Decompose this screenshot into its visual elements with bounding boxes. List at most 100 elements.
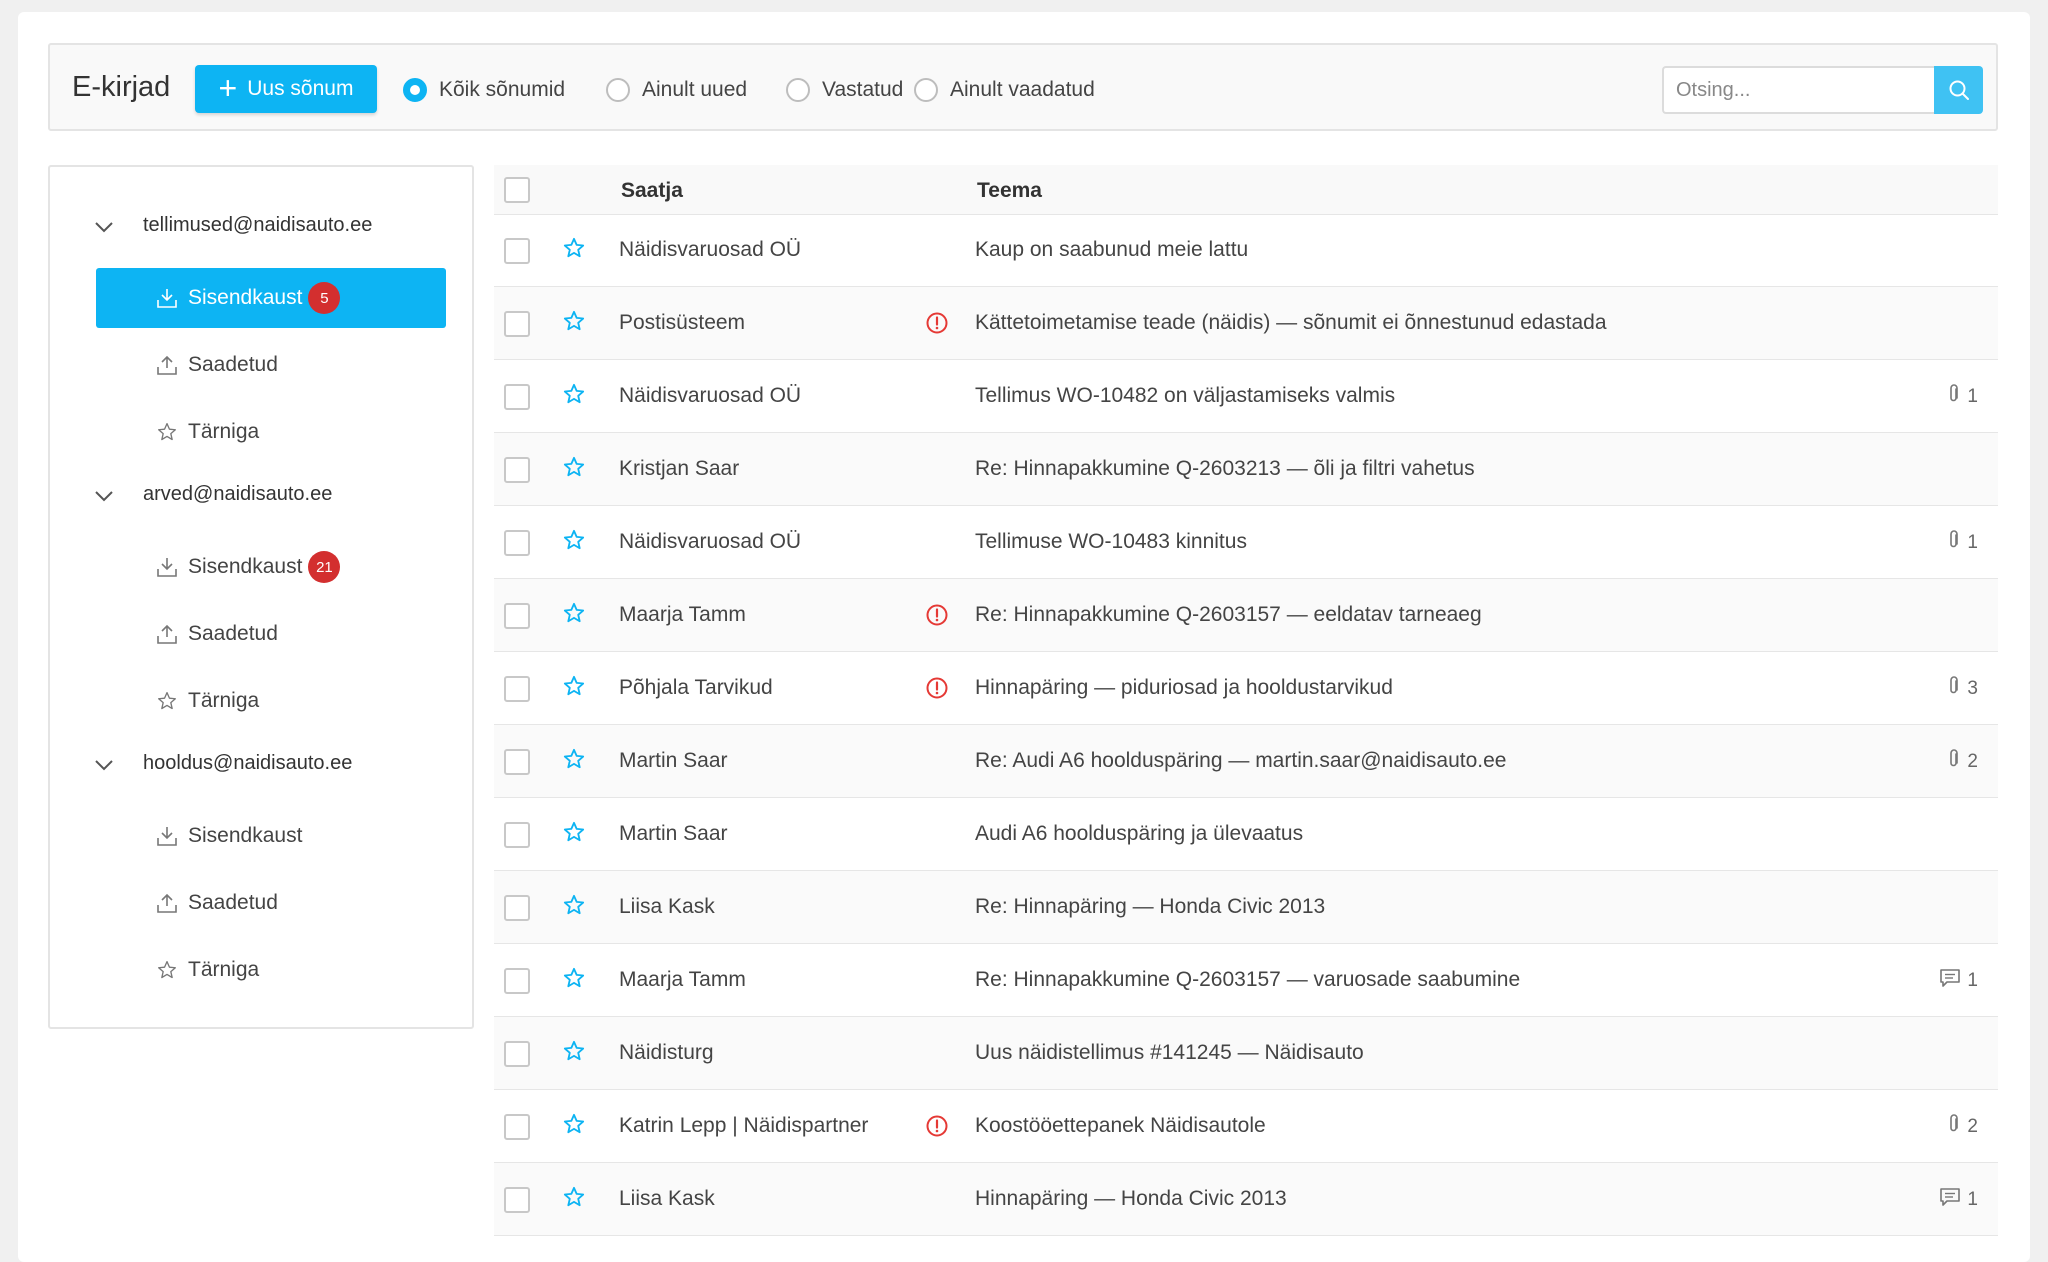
alert-icon bbox=[925, 676, 949, 705]
comment-icon bbox=[1939, 968, 1967, 994]
row-subject: Tellimus WO-10482 on väljastamiseks valm… bbox=[975, 384, 1396, 407]
sent-icon bbox=[154, 621, 180, 647]
row-checkbox[interactable] bbox=[504, 530, 530, 556]
table-row[interactable]: Näidisturg Uus näidistellimus #141245 — N… bbox=[494, 1017, 1998, 1090]
radio-checked-icon bbox=[403, 78, 427, 102]
comment-count: 1 bbox=[1939, 1187, 1978, 1213]
attachment-count: 3 bbox=[1947, 676, 1978, 702]
row-subject: Hinnapäring — Honda Civic 2013 bbox=[975, 1187, 1287, 1210]
table-row[interactable]: Liisa Kask Re: Hinnapäring — Honda Civic … bbox=[494, 871, 1998, 944]
folder-starred[interactable]: Tärniga bbox=[96, 671, 446, 731]
row-checkbox[interactable] bbox=[504, 749, 530, 775]
table-row[interactable]: Martin Saar Re: Audi A6 hoolduspäring — m… bbox=[494, 725, 1998, 798]
filter-all-radio[interactable]: Kõik sõnumid bbox=[403, 74, 565, 106]
star-icon bbox=[154, 688, 180, 714]
folder-inbox[interactable]: Sisendkaust bbox=[96, 806, 446, 866]
table-row[interactable]: Kristjan Saar Re: Hinnapakkumine Q-260321… bbox=[494, 433, 1998, 506]
row-sender: Postisüsteem bbox=[619, 311, 746, 334]
star-icon[interactable] bbox=[563, 1113, 585, 1140]
alert-icon bbox=[925, 311, 949, 340]
table-row[interactable]: Näidisvaruosad OÜ Tellimus WO-10482 on vä… bbox=[494, 360, 1998, 433]
table-row[interactable]: Põhjala Tarvikud Hinnapäring — piduriosad… bbox=[494, 652, 1998, 725]
unread-count-badge: 21 bbox=[308, 551, 341, 583]
row-subject: Uus näidistellimus #141245 — Näidisauto bbox=[975, 1041, 1364, 1064]
folder-label: Sisendkaust bbox=[188, 824, 303, 847]
paperclip-icon bbox=[1947, 530, 1967, 556]
table-row[interactable]: Maarja Tamm Re: Hinnapakkumine Q-2603157 … bbox=[494, 944, 1998, 1017]
row-checkbox[interactable] bbox=[504, 457, 530, 483]
row-checkbox[interactable] bbox=[504, 311, 530, 337]
star-icon[interactable] bbox=[563, 383, 585, 410]
new-message-label: Uus sõnum bbox=[247, 77, 354, 100]
star-icon[interactable] bbox=[563, 748, 585, 775]
attachment-count: 2 bbox=[1947, 1114, 1978, 1140]
attachment-count: 1 bbox=[1947, 384, 1978, 410]
star-icon[interactable] bbox=[563, 1186, 585, 1213]
comment-count-value: 1 bbox=[1967, 1189, 1978, 1210]
row-sender: Põhjala Tarvikud bbox=[619, 676, 773, 699]
comment-icon bbox=[1939, 1187, 1967, 1213]
row-subject: Tellimuse WO-10483 kinnitus bbox=[975, 530, 1247, 553]
row-checkbox[interactable] bbox=[504, 384, 530, 410]
email-page: E-kirjad + Uus sõnum Kõik sõnumid Ainult… bbox=[18, 12, 2030, 1262]
star-icon[interactable] bbox=[563, 529, 585, 556]
alert-icon bbox=[925, 1114, 949, 1143]
folder-starred[interactable]: Tärniga bbox=[96, 402, 446, 462]
row-checkbox[interactable] bbox=[504, 238, 530, 264]
row-subject: Hinnapäring — piduriosad ja hooldustarvi… bbox=[975, 676, 1393, 699]
folder-label: Saadetud bbox=[188, 891, 278, 914]
filter-new-radio[interactable]: Ainult uued bbox=[606, 74, 747, 106]
table-row[interactable]: Martin Saar Audi A6 hoolduspäring ja ülev… bbox=[494, 798, 1998, 871]
folder-inbox[interactable]: Sisendkaust 21 bbox=[96, 537, 446, 597]
row-subject: Kättetoimetamise teade (näidis) — sõnumi… bbox=[975, 311, 1607, 334]
row-checkbox[interactable] bbox=[504, 1114, 530, 1140]
table-header: Saatja Teema bbox=[494, 165, 1998, 215]
star-icon[interactable] bbox=[563, 675, 585, 702]
star-icon[interactable] bbox=[563, 894, 585, 921]
table-row[interactable]: Postisüsteem Kättetoimetamise teade (näid… bbox=[494, 287, 1998, 360]
row-checkbox[interactable] bbox=[504, 603, 530, 629]
star-icon[interactable] bbox=[563, 967, 585, 994]
table-row[interactable]: Näidisvaruosad OÜ Tellimuse WO-10483 kinn… bbox=[494, 506, 1998, 579]
search-input[interactable] bbox=[1662, 66, 1934, 114]
filter-viewed-radio[interactable]: Ainult vaadatud bbox=[914, 74, 1095, 106]
paperclip-icon bbox=[1947, 1114, 1967, 1140]
row-subject: Re: Hinnapakkumine Q-2603157 — varuosade… bbox=[975, 968, 1521, 991]
folder-label: Sisendkaust bbox=[188, 286, 303, 309]
sent-icon bbox=[154, 890, 180, 916]
row-checkbox[interactable] bbox=[504, 676, 530, 702]
star-icon[interactable] bbox=[563, 237, 585, 264]
row-subject: Re: Hinnapäring — Honda Civic 2013 bbox=[975, 895, 1326, 918]
account-tellimused[interactable]: tellimused@naidisauto.ee bbox=[50, 209, 470, 249]
folder-sent[interactable]: Saadetud bbox=[96, 604, 446, 664]
select-all-checkbox[interactable] bbox=[504, 177, 530, 203]
account-hooldus[interactable]: hooldus@naidisauto.ee bbox=[50, 747, 470, 787]
row-sender: Martin Saar bbox=[619, 749, 728, 772]
search-button[interactable] bbox=[1934, 66, 1983, 114]
row-sender: Liisa Kask bbox=[619, 895, 715, 918]
star-icon[interactable] bbox=[563, 602, 585, 629]
folder-sent[interactable]: Saadetud bbox=[96, 335, 446, 395]
account-arved[interactable]: arved@naidisauto.ee bbox=[50, 478, 470, 518]
row-checkbox[interactable] bbox=[504, 1187, 530, 1213]
star-icon[interactable] bbox=[563, 310, 585, 337]
star-icon[interactable] bbox=[563, 821, 585, 848]
table-row[interactable]: Maarja Tamm Re: Hinnapakkumine Q-2603157 … bbox=[494, 579, 1998, 652]
row-checkbox[interactable] bbox=[504, 1041, 530, 1067]
radio-unchecked-icon bbox=[914, 78, 938, 102]
star-icon[interactable] bbox=[563, 456, 585, 483]
column-header-sender: Saatja bbox=[621, 179, 683, 202]
row-checkbox[interactable] bbox=[504, 968, 530, 994]
table-row[interactable]: Näidisvaruosad OÜ Kaup on saabunud meie l… bbox=[494, 214, 1998, 287]
folder-sent[interactable]: Saadetud bbox=[96, 873, 446, 933]
row-checkbox[interactable] bbox=[504, 895, 530, 921]
filter-replied-radio[interactable]: Vastatud bbox=[786, 74, 903, 106]
table-row[interactable]: Liisa Kask Hinnapäring — Honda Civic 2013… bbox=[494, 1163, 1998, 1236]
star-icon[interactable] bbox=[563, 1040, 585, 1067]
folder-starred[interactable]: Tärniga bbox=[96, 940, 446, 1000]
star-icon bbox=[154, 957, 180, 983]
table-row[interactable]: Katrin Lepp | Näidispartner Koostööettepa… bbox=[494, 1090, 1998, 1163]
new-message-button[interactable]: + Uus sõnum bbox=[195, 65, 377, 113]
folder-inbox[interactable]: Sisendkaust 5 bbox=[96, 268, 446, 328]
row-checkbox[interactable] bbox=[504, 822, 530, 848]
